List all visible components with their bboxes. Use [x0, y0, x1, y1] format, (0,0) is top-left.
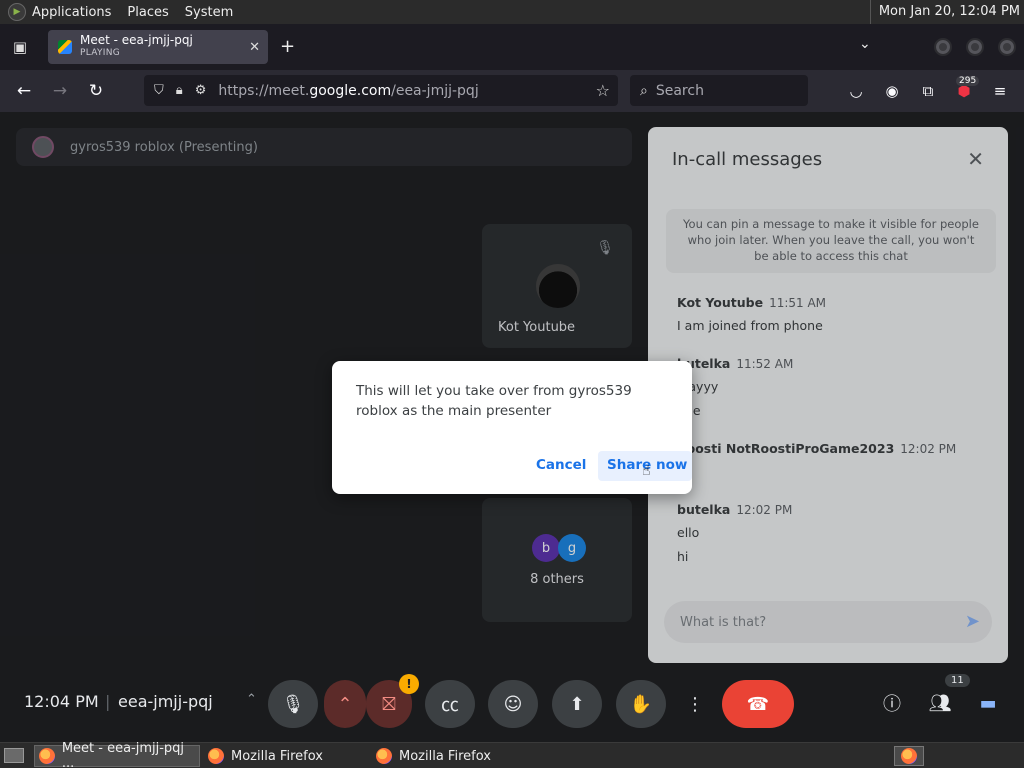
maximize-window-button[interactable] — [966, 38, 984, 56]
close-window-button[interactable] — [998, 38, 1016, 56]
divider: | — [105, 692, 111, 711]
taskbar-item-firefox-1[interactable]: Mozilla Firefox — [204, 745, 368, 767]
share-confirm-dialog: This will let you take over from gyros53… — [332, 361, 692, 494]
applications-menu[interactable]: Applications — [32, 5, 111, 20]
meeting-details-info-icon[interactable]: ⓘ — [879, 690, 905, 716]
bookmark-star-icon[interactable]: ☆ — [596, 81, 610, 100]
url-text: https://meet.google.com/eea-jmjj-pqj — [218, 82, 479, 99]
tab-status: PLAYING — [80, 48, 121, 58]
chevron-down-icon[interactable]: ⌄ — [859, 36, 871, 52]
search-input[interactable]: ⌕ Search — [630, 75, 808, 106]
show-desktop-icon[interactable] — [4, 748, 24, 763]
account-icon[interactable]: ◉ — [882, 81, 902, 101]
dialog-text: This will let you take over from gyros53… — [356, 383, 632, 419]
taskbar-item-firefox-2[interactable]: Mozilla Firefox — [372, 745, 536, 767]
leave-call-button[interactable]: ☎ — [722, 680, 794, 728]
workspace-switcher[interactable] — [894, 746, 924, 766]
permissions-icon[interactable]: ⚙ — [195, 83, 207, 98]
more-options-icon[interactable]: ⋮ — [680, 680, 710, 728]
camera-warning-badge: ! — [399, 674, 419, 694]
minimize-window-button[interactable] — [934, 38, 952, 56]
shield-icon[interactable]: ⛉ — [154, 83, 164, 98]
hamburger-menu-icon[interactable]: ≡ — [990, 81, 1010, 101]
firefox-icon — [901, 748, 917, 764]
microphone-button[interactable]: 🎙︎ — [268, 680, 318, 728]
captions-button[interactable]: ㏄ — [425, 680, 475, 728]
raise-hand-button[interactable]: ✋ — [616, 680, 666, 728]
extension-badge: 295 — [956, 76, 980, 86]
search-icon: ⌕ — [640, 82, 648, 99]
top-panel: ▶ Applications Places System Mon Jan 20,… — [0, 0, 1024, 24]
back-arrow-icon[interactable]: ← — [11, 78, 37, 104]
taskbar: Meet - eea-jmjj-pqj ... Mozilla Firefox … — [0, 741, 1024, 768]
list-all-tabs-icon[interactable]: ▣ — [0, 24, 40, 70]
chat-icon[interactable]: ▬ — [975, 690, 1001, 716]
reload-icon[interactable]: ↻ — [83, 78, 109, 104]
search-placeholder: Search — [655, 82, 704, 99]
audio-options-chevron-icon[interactable]: ⌃ — [246, 692, 257, 707]
emoji-reactions-button[interactable]: ☺ — [488, 680, 538, 728]
hand-cursor-icon: ☝ — [642, 463, 651, 479]
meet-controls: 12:04 PM | eea-jmjj-pqj ⌃ 🎙︎ ⌃ ⛝ ! ㏄ ☺ ⬆… — [0, 674, 1024, 736]
meeting-time: 12:04 PM — [24, 692, 99, 711]
tab-title: Meet - eea-jmjj-pqj — [80, 33, 193, 47]
nav-bar: ← → ↻ ⛉ 🔒︎ ⚙ https://meet.google.com/eea… — [0, 70, 1024, 112]
pocket-icon[interactable]: ◡ — [846, 81, 866, 101]
places-menu[interactable]: Places — [127, 5, 168, 20]
forward-arrow-icon[interactable]: → — [47, 78, 73, 104]
firefox-icon — [39, 748, 55, 764]
meet-favicon-icon — [58, 40, 72, 54]
taskbar-item-meet[interactable]: Meet - eea-jmjj-pqj ... — [34, 741, 200, 768]
firefox-icon — [208, 748, 224, 764]
tab-meet[interactable]: Meet - eea-jmjj-pqj PLAYING ✕ — [48, 30, 268, 64]
system-menu[interactable]: System — [185, 5, 233, 20]
tab-close-icon[interactable]: ✕ — [249, 40, 260, 55]
participant-count-badge: 11 — [945, 674, 970, 687]
video-options-chevron-icon[interactable]: ⌃ — [324, 680, 366, 728]
lock-icon[interactable]: 🔒︎ — [176, 83, 183, 98]
people-icon[interactable]: 👥︎ — [927, 690, 953, 716]
new-tab-plus-icon[interactable]: + — [280, 36, 295, 57]
meeting-code[interactable]: eea-jmjj-pqj — [118, 692, 213, 711]
url-bar[interactable]: ⛉ 🔒︎ ⚙ https://meet.google.com/eea-jmjj-… — [144, 75, 618, 106]
extensions-puzzle-icon[interactable]: ⧉ — [918, 81, 938, 101]
cancel-button[interactable]: Cancel — [536, 457, 586, 473]
panel-clock[interactable]: Mon Jan 20, 12:04 PM — [869, 0, 1020, 24]
firefox-icon — [376, 748, 392, 764]
present-screen-button[interactable]: ⬆ — [552, 680, 602, 728]
gnome-logo-icon[interactable]: ▶ — [8, 3, 26, 21]
tab-strip: ▣ Meet - eea-jmjj-pqj PLAYING ✕ + ⌄ — [0, 24, 1024, 70]
